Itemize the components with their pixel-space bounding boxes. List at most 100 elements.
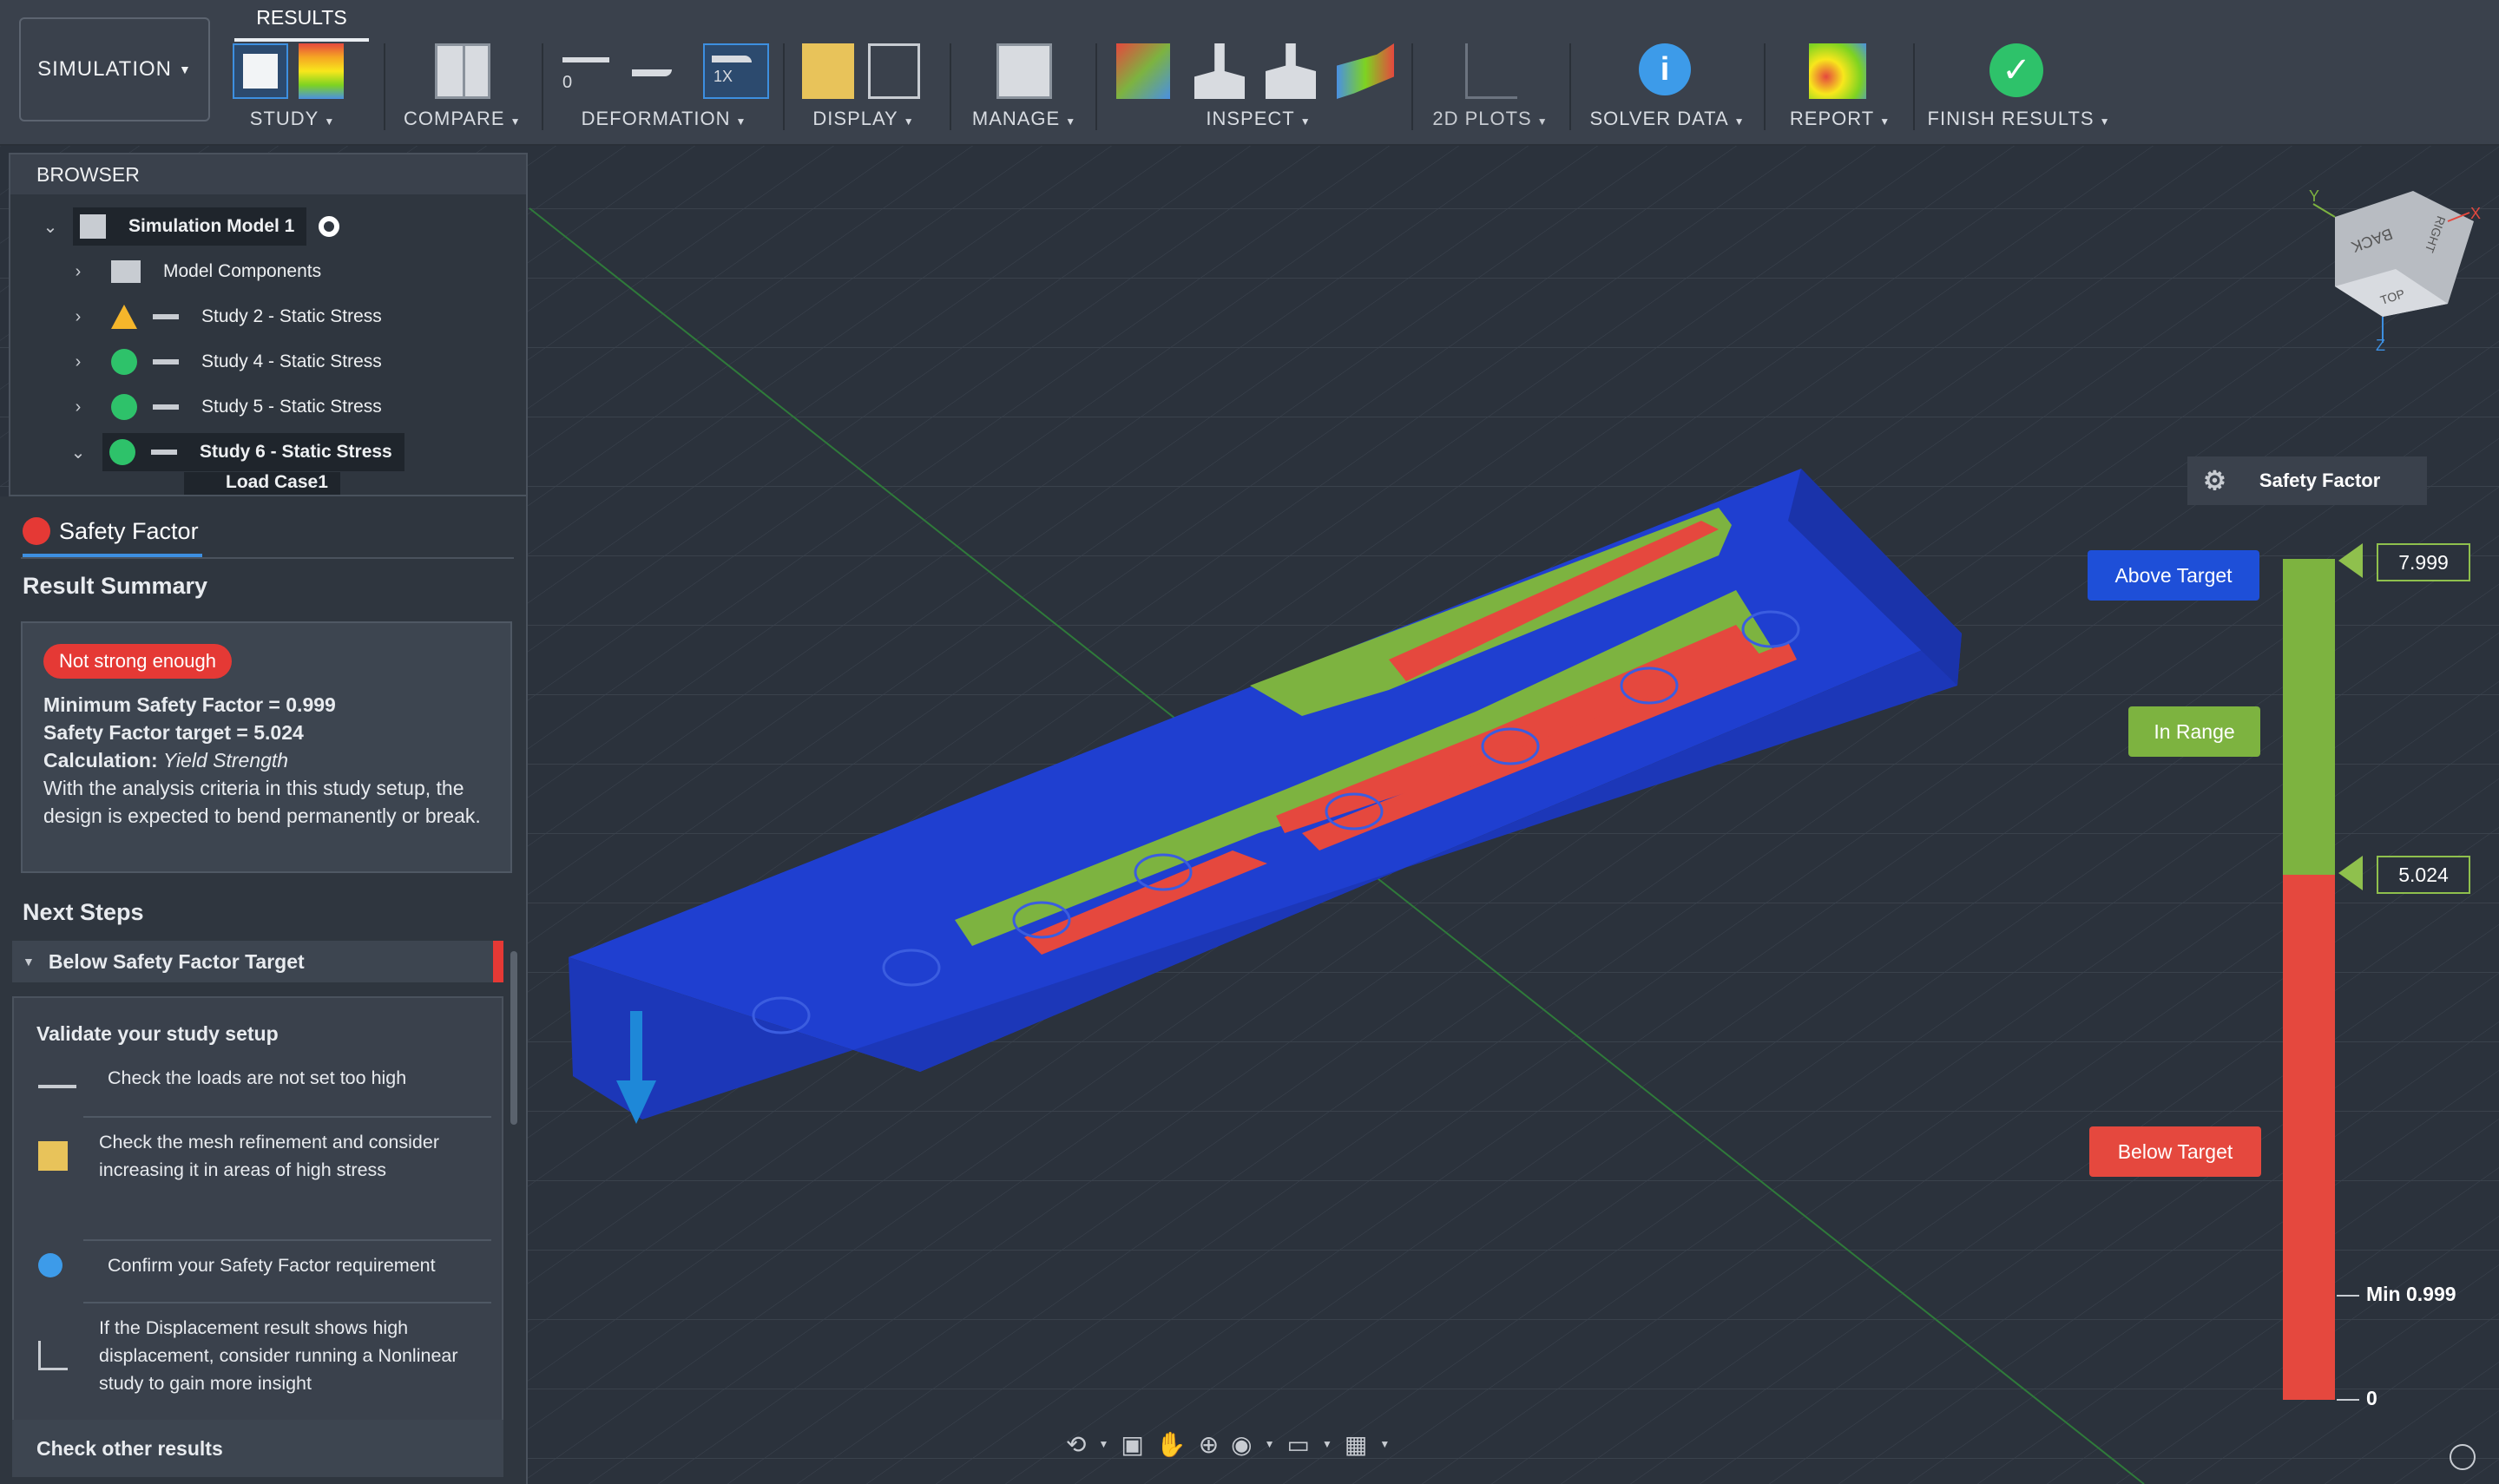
- step-check-loads[interactable]: Check the loads are not set too high: [38, 1064, 490, 1092]
- below-target-button[interactable]: Below Target: [2089, 1126, 2261, 1177]
- mesh-display-icon[interactable]: [802, 43, 854, 99]
- in-range-button[interactable]: In Range: [2128, 706, 2260, 757]
- feedback-icon[interactable]: [2450, 1444, 2476, 1470]
- gear-icon[interactable]: ⚙: [2203, 466, 2226, 496]
- tab-results[interactable]: RESULTS: [234, 2, 369, 42]
- step-text: If the Displacement result shows high di…: [99, 1317, 458, 1394]
- plot-icon[interactable]: [1465, 43, 1517, 99]
- static-stress-icon: [153, 359, 179, 364]
- finish-group[interactable]: ✓ FINISH RESULTS ▼: [1924, 38, 2114, 135]
- viewcube-axis-y: Y: [2309, 187, 2320, 205]
- model-icon: [80, 214, 106, 239]
- chevron-down-icon[interactable]: ⌄: [66, 442, 90, 463]
- manage-icon[interactable]: [996, 43, 1052, 99]
- chevron-down-icon: ▼: [1733, 115, 1746, 128]
- orbit-icon[interactable]: ⟲: [1066, 1430, 1086, 1459]
- tree-item-study-6[interactable]: ⌄ Study 6 - Static Stress: [66, 430, 404, 474]
- finish-label: FINISH RESULTS: [1927, 108, 2095, 129]
- tree-item-load-case[interactable]: Load Case1: [184, 472, 340, 495]
- summary-description: With the analysis criteria in this study…: [43, 777, 481, 827]
- scrollbar[interactable]: [510, 951, 517, 1125]
- report-icon[interactable]: [1809, 43, 1866, 99]
- tree-item-study-2[interactable]: › Study 2 - Static Stress: [66, 295, 382, 338]
- display-settings-icon[interactable]: ▭: [1287, 1430, 1310, 1459]
- chevron-right-icon[interactable]: ›: [66, 262, 90, 282]
- tree-item-study-4[interactable]: › Study 4 - Static Stress: [66, 340, 382, 384]
- min-safety-factor: Minimum Safety Factor = 0.999: [43, 693, 336, 716]
- step-nonlinear[interactable]: If the Displacement result shows high di…: [38, 1314, 490, 1397]
- app-window: TOP BACK RIGHT Y Z X SIMULATION ▼ RESULTS…: [0, 0, 2499, 1484]
- tree-item-study-5[interactable]: › Study 5 - Static Stress: [66, 385, 382, 429]
- manage-group[interactable]: MANAGE ▼: [963, 38, 1085, 135]
- point-probe-icon[interactable]: [1194, 43, 1245, 99]
- actual-deformation-icon[interactable]: [632, 43, 686, 99]
- chevron-right-icon[interactable]: ›: [66, 352, 90, 372]
- radio-icon[interactable]: [319, 216, 340, 237]
- chevron-down-icon[interactable]: ▼: [1379, 1438, 1390, 1450]
- report-group[interactable]: REPORT ▼: [1779, 38, 1901, 135]
- report-label: REPORT: [1789, 108, 1875, 129]
- zero-tick: [2337, 1399, 2359, 1401]
- grid-display-icon[interactable]: [868, 43, 920, 99]
- chevron-down-icon[interactable]: ▼: [1265, 1438, 1275, 1450]
- plots-group[interactable]: 2D PLOTS ▼: [1425, 38, 1555, 135]
- calculation-value: Yield Strength: [163, 749, 289, 772]
- compare-icon[interactable]: [435, 43, 490, 99]
- section-analysis-icon[interactable]: [1337, 43, 1394, 99]
- deform-zero-label: 0: [562, 73, 573, 92]
- max-value-tag[interactable]: 7.999: [2377, 543, 2470, 581]
- compare-group[interactable]: COMPARE ▼: [404, 38, 521, 135]
- calculation-row: Calculation: Yield Strength: [43, 746, 490, 774]
- max-pointer-icon[interactable]: [2338, 543, 2363, 578]
- chevron-right-icon[interactable]: ›: [66, 397, 90, 417]
- panel-title: Safety Factor: [59, 517, 199, 544]
- step-mesh[interactable]: Check the mesh refinement and consider i…: [38, 1128, 490, 1184]
- chevron-down-icon[interactable]: ▼: [1322, 1438, 1332, 1450]
- step-confirm-safety-factor[interactable]: Confirm your Safety Factor requirement: [38, 1251, 490, 1279]
- pan-icon[interactable]: ✋: [1156, 1430, 1187, 1459]
- legend-header[interactable]: ⚙ Safety Factor: [2187, 456, 2427, 505]
- separator: [1764, 43, 1766, 130]
- study-group[interactable]: STUDY ▼: [227, 38, 358, 135]
- surface-probe-icon[interactable]: [1266, 43, 1316, 99]
- chevron-right-icon[interactable]: ›: [66, 307, 90, 327]
- display-group[interactable]: DISPLAY ▼: [799, 38, 929, 135]
- study-settings-icon[interactable]: [233, 43, 288, 99]
- workspace-switcher[interactable]: SIMULATION ▼: [19, 17, 210, 121]
- check-other-results[interactable]: Check other results: [12, 1420, 503, 1477]
- deform-scale-label: 1X: [714, 68, 733, 85]
- chevron-down-icon: ▼: [1299, 115, 1312, 128]
- solver-group[interactable]: i SOLVER DATA ▼: [1585, 38, 1750, 135]
- chevron-down-icon[interactable]: ▼: [1098, 1438, 1108, 1450]
- zoom-icon[interactable]: ⊕: [1199, 1430, 1219, 1459]
- target-value-tag[interactable]: 5.024: [2377, 856, 2470, 894]
- adjusted-deformation-icon[interactable]: 1X: [703, 43, 769, 99]
- separator: [783, 43, 785, 130]
- workspace-label: SIMULATION: [37, 57, 173, 81]
- fit-icon[interactable]: ◉: [1231, 1430, 1252, 1459]
- tree-item-model-components[interactable]: › Model Components: [66, 250, 321, 293]
- chevron-down-icon: ▼: [1879, 115, 1891, 128]
- info-icon[interactable]: i: [1639, 43, 1691, 95]
- checkmark-icon[interactable]: ✓: [1989, 43, 2043, 97]
- solver-label: SOLVER DATA: [1589, 108, 1729, 129]
- chevron-down-icon[interactable]: ⌄: [38, 216, 62, 238]
- tab-safety-factor[interactable]: Safety Factor: [23, 509, 202, 557]
- look-at-icon[interactable]: ▣: [1121, 1430, 1143, 1459]
- viewcube-axis-z: Z: [2376, 337, 2385, 354]
- validate-box: Validate your study setup Check the load…: [12, 996, 503, 1442]
- above-target-button[interactable]: Above Target: [2088, 550, 2259, 601]
- status-badge: Not strong enough: [43, 644, 233, 679]
- below-target-section-header[interactable]: ▼ Below Safety Factor Target: [12, 941, 503, 982]
- inspect-group[interactable]: INSPECT ▼: [1111, 38, 1406, 135]
- grid-settings-icon[interactable]: ▦: [1345, 1430, 1367, 1459]
- target-pointer-icon[interactable]: [2338, 856, 2363, 890]
- probe-icon[interactable]: [1116, 43, 1170, 99]
- tree-item-simulation-model[interactable]: ⌄ Simulation Model 1: [38, 205, 340, 248]
- tree-label: Study 5 - Static Stress: [201, 397, 382, 417]
- tree-label: Simulation Model 1: [128, 216, 295, 236]
- deformation-group[interactable]: 0 1X DEFORMATION ▼: [556, 38, 773, 135]
- result-panel: Safety Factor Result Summary Not strong …: [0, 496, 528, 1484]
- result-plot-icon[interactable]: [299, 43, 344, 99]
- undeformed-icon[interactable]: 0: [562, 43, 615, 99]
